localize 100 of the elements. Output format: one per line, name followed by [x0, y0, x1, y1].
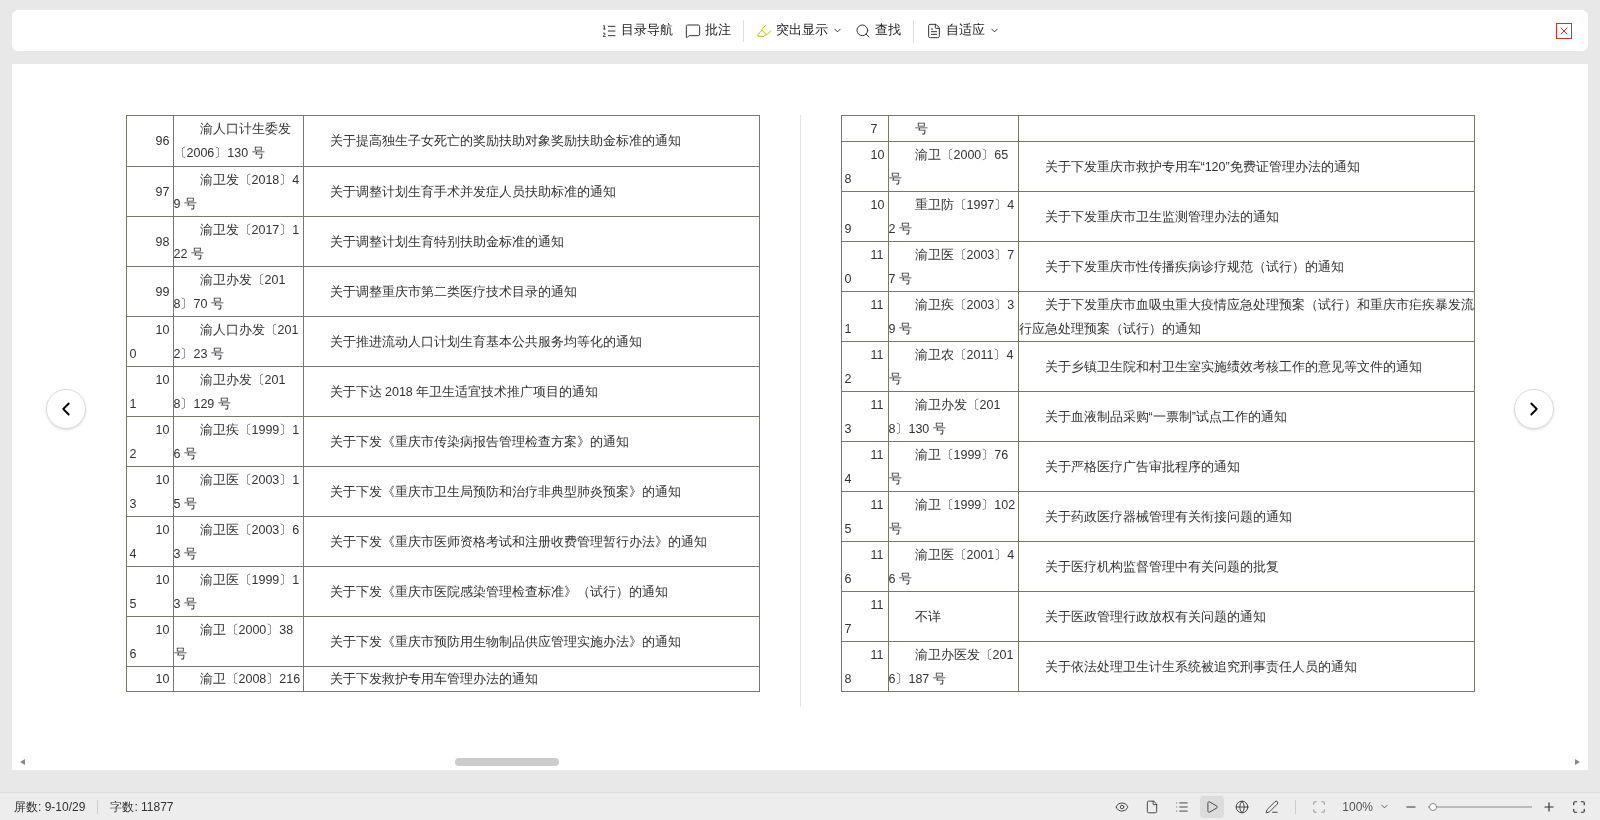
toolbar-button[interactable]: 查找 [850, 16, 905, 45]
table-cell-text: 关于下发重庆市血吸虫重大疫情应急处理预案（试行）和重庆市疟疾暴发流行应急处理预案（试行）的通知 [1018, 296, 1474, 338]
toolbar-button[interactable]: 突出显示 [751, 16, 847, 45]
table-cell-text: 关于严格医疗广告审批程序的通知 [1043, 458, 1241, 476]
table-cell-text: 关于推进流动人口计划生育基本公共服务均等化的通知 [328, 333, 643, 351]
zoom-dropdown[interactable]: 100% [1342, 797, 1390, 816]
table-cell-text: 关于医疗机构监督管理中有关问题的批复 [1043, 558, 1280, 576]
table-cell-text: 渝人口办发〔2012〕23 号 [173, 321, 300, 363]
speech-bubble-icon [684, 22, 701, 39]
table-cell-text: 关于下发《重庆市医院感染管理检查标准》（试行）的通知 [328, 583, 669, 601]
table-cell-text: 101 [129, 371, 171, 413]
table-cell-text: 104 [129, 521, 171, 563]
table-cell-text: 118 [844, 646, 885, 688]
table-cell-text: 关于调整计划生育特别扶助金标准的通知 [328, 233, 565, 251]
table-cell-text: 不详 [913, 608, 942, 626]
table-cell-text: 渝人口计生委发〔2006〕130 号 [173, 121, 292, 162]
table-cell-text: 96 [154, 133, 171, 150]
table-cell-text: 渝卫办发〔2018〕70 号 [173, 271, 287, 313]
table-cell-text: 113 [844, 396, 885, 438]
globe-icon [1235, 799, 1250, 814]
table-cell-text: 关于下发重庆市性传播疾病诊疗规范（试行）的通知 [1043, 258, 1345, 276]
table-cell-text: 渝卫〔2008〕216 [198, 671, 302, 688]
table-cell-text: 渝卫医〔1999〕13 号 [173, 571, 301, 613]
table-cell-text: 100 [129, 321, 171, 363]
table-cell-text: 渝卫办发〔2018〕130 号 [888, 396, 1002, 438]
scroll-left-icon [20, 759, 25, 765]
table-cell-text: 重卫防〔1997〕42 号 [888, 196, 1016, 238]
table-cell-text: 渝卫医〔2003〕77 号 [888, 246, 1016, 288]
table-cell-text: 111 [844, 296, 885, 338]
table-cell-text: 渝卫办医发〔2016〕187 号 [888, 646, 1015, 688]
table-cell-text: 关于调整重庆市第二类医疗技术目录的通知 [328, 283, 578, 301]
eye-icon [1115, 799, 1130, 814]
zoom-in-icon[interactable] [1542, 799, 1556, 814]
play-icon [1205, 799, 1220, 814]
scroll-right-icon [1575, 759, 1580, 765]
table-cell-text: 关于血液制品采购“一票制”试点工作的通知 [1043, 408, 1288, 426]
table-cell-text: 关于乡镇卫生院和村卫生室实施绩效考核工作的意见等文件的通知 [1043, 358, 1423, 376]
highlighter-icon [755, 22, 772, 39]
table-cell-text: 105 [129, 571, 171, 613]
table-cell-text: 109 [844, 196, 886, 238]
table-cell-text: 99 [154, 283, 171, 301]
table-cell-text: 108 [844, 146, 886, 188]
table-cell-text: 渝卫〔1999〕76 号 [888, 446, 1010, 488]
table-cell-text: 106 [129, 621, 171, 663]
toolbar-button[interactable]: 批注 [680, 16, 735, 45]
list-icon [600, 22, 617, 39]
table-cell-text: 关于下发《重庆市传染病报告管理检查方案》的通知 [328, 433, 630, 451]
table-cell-text: 渝卫医〔2001〕46 号 [888, 546, 1016, 588]
table-cell-text: 关于下发《重庆市卫生局预防和治疗非典型肺炎预案》的通知 [328, 483, 682, 501]
table-cell-text: 115 [844, 496, 885, 538]
table-cell-text: 103 [129, 471, 171, 513]
close-button[interactable] [1556, 22, 1572, 39]
table-cell-text: 10 [154, 671, 171, 688]
screen-count: 屏数: 9-10/29 [14, 798, 86, 816]
table-cell-text: 号 [913, 120, 929, 138]
word-count: 字数: 11877 [110, 798, 174, 816]
fullscreen-icon[interactable] [1572, 799, 1586, 814]
list-icon [1175, 799, 1190, 814]
table-cell-text: 关于依法处理卫生计生系统被追究刑事责任人员的通知 [1043, 658, 1358, 676]
table-cell-text: 7 [869, 120, 879, 138]
fit-page-icon [1312, 799, 1327, 814]
scrollbar-thumb[interactable] [455, 758, 559, 766]
table-cell-text: 关于提高独生子女死亡的奖励扶助对象奖励扶助金标准的通知 [328, 133, 682, 150]
table-cell-text: 关于药政医疗器械管理有关衔接问题的通知 [1043, 508, 1293, 526]
table-cell-text: 渝卫〔1999〕102 号 [888, 496, 1017, 538]
table-cell-text: 渝卫发〔2017〕122 号 [173, 221, 301, 263]
table-cell-text: 渝卫医〔2003〕15 号 [173, 471, 301, 513]
table-cell-text: 关于下发重庆市卫生监测管理办法的通知 [1043, 208, 1280, 226]
table-cell-text: 110 [844, 246, 885, 288]
table-cell-text: 98 [154, 233, 171, 251]
table-cell-text: 关于下发《重庆市医师资格考试和注册收费管理暂行办法》的通知 [328, 533, 708, 551]
previous-page-button[interactable] [46, 389, 86, 429]
table-cell-text: 关于下发《重庆市预防用生物制品供应管理实施办法》的通知 [328, 633, 682, 651]
table-cell-text: 112 [844, 346, 885, 388]
table-cell-text: 关于下发重庆市救护专用车“120”免费证管理办法的通知 [1043, 158, 1361, 176]
toolbar-button[interactable]: 自适应 [921, 16, 1004, 45]
table-cell-text: 渝卫〔2000〕38 号 [173, 621, 295, 663]
table-cell-text: 关于下发救护专用车管理办法的通知 [328, 671, 539, 688]
table-cell-text: 116 [844, 546, 885, 588]
next-page-button[interactable] [1514, 389, 1554, 429]
search-icon [854, 22, 871, 39]
slider-thumb[interactable] [1429, 802, 1438, 811]
table-cell-text: 114 [844, 446, 885, 488]
table-cell-text: 97 [154, 183, 171, 201]
table-cell-text: 渝卫农〔2011〕4 号 [888, 346, 1015, 388]
table-cell-text: 关于调整计划生育手术并发症人员扶助标准的通知 [328, 183, 617, 201]
zoom-slider[interactable] [1428, 805, 1532, 808]
table-cell-text: 渝卫发〔2018〕49 号 [173, 171, 301, 213]
table-cell-text: 关于医政管理行政放权有关问题的通知 [1043, 608, 1267, 626]
table-cell-text: 渝卫疾〔1999〕16 号 [173, 421, 301, 463]
view-button[interactable] [1200, 795, 1225, 818]
table-cell-text: 关于下达 2018 年卫生适宜技术推广项目的通知 [328, 383, 600, 401]
table-cell-text: 渝卫办发〔2018〕129 号 [173, 371, 287, 413]
pen-icon [1265, 799, 1280, 814]
table-cell-text: 102 [129, 421, 171, 463]
document-icon [925, 22, 942, 39]
table-cell-text: 117 [844, 596, 885, 638]
table-cell-text: 渝卫〔2000〕65 号 [888, 146, 1010, 188]
table-cell-text: 渝卫疾〔2003〕39 号 [888, 296, 1016, 338]
toolbar-button[interactable]: 目录导航 [596, 16, 677, 45]
